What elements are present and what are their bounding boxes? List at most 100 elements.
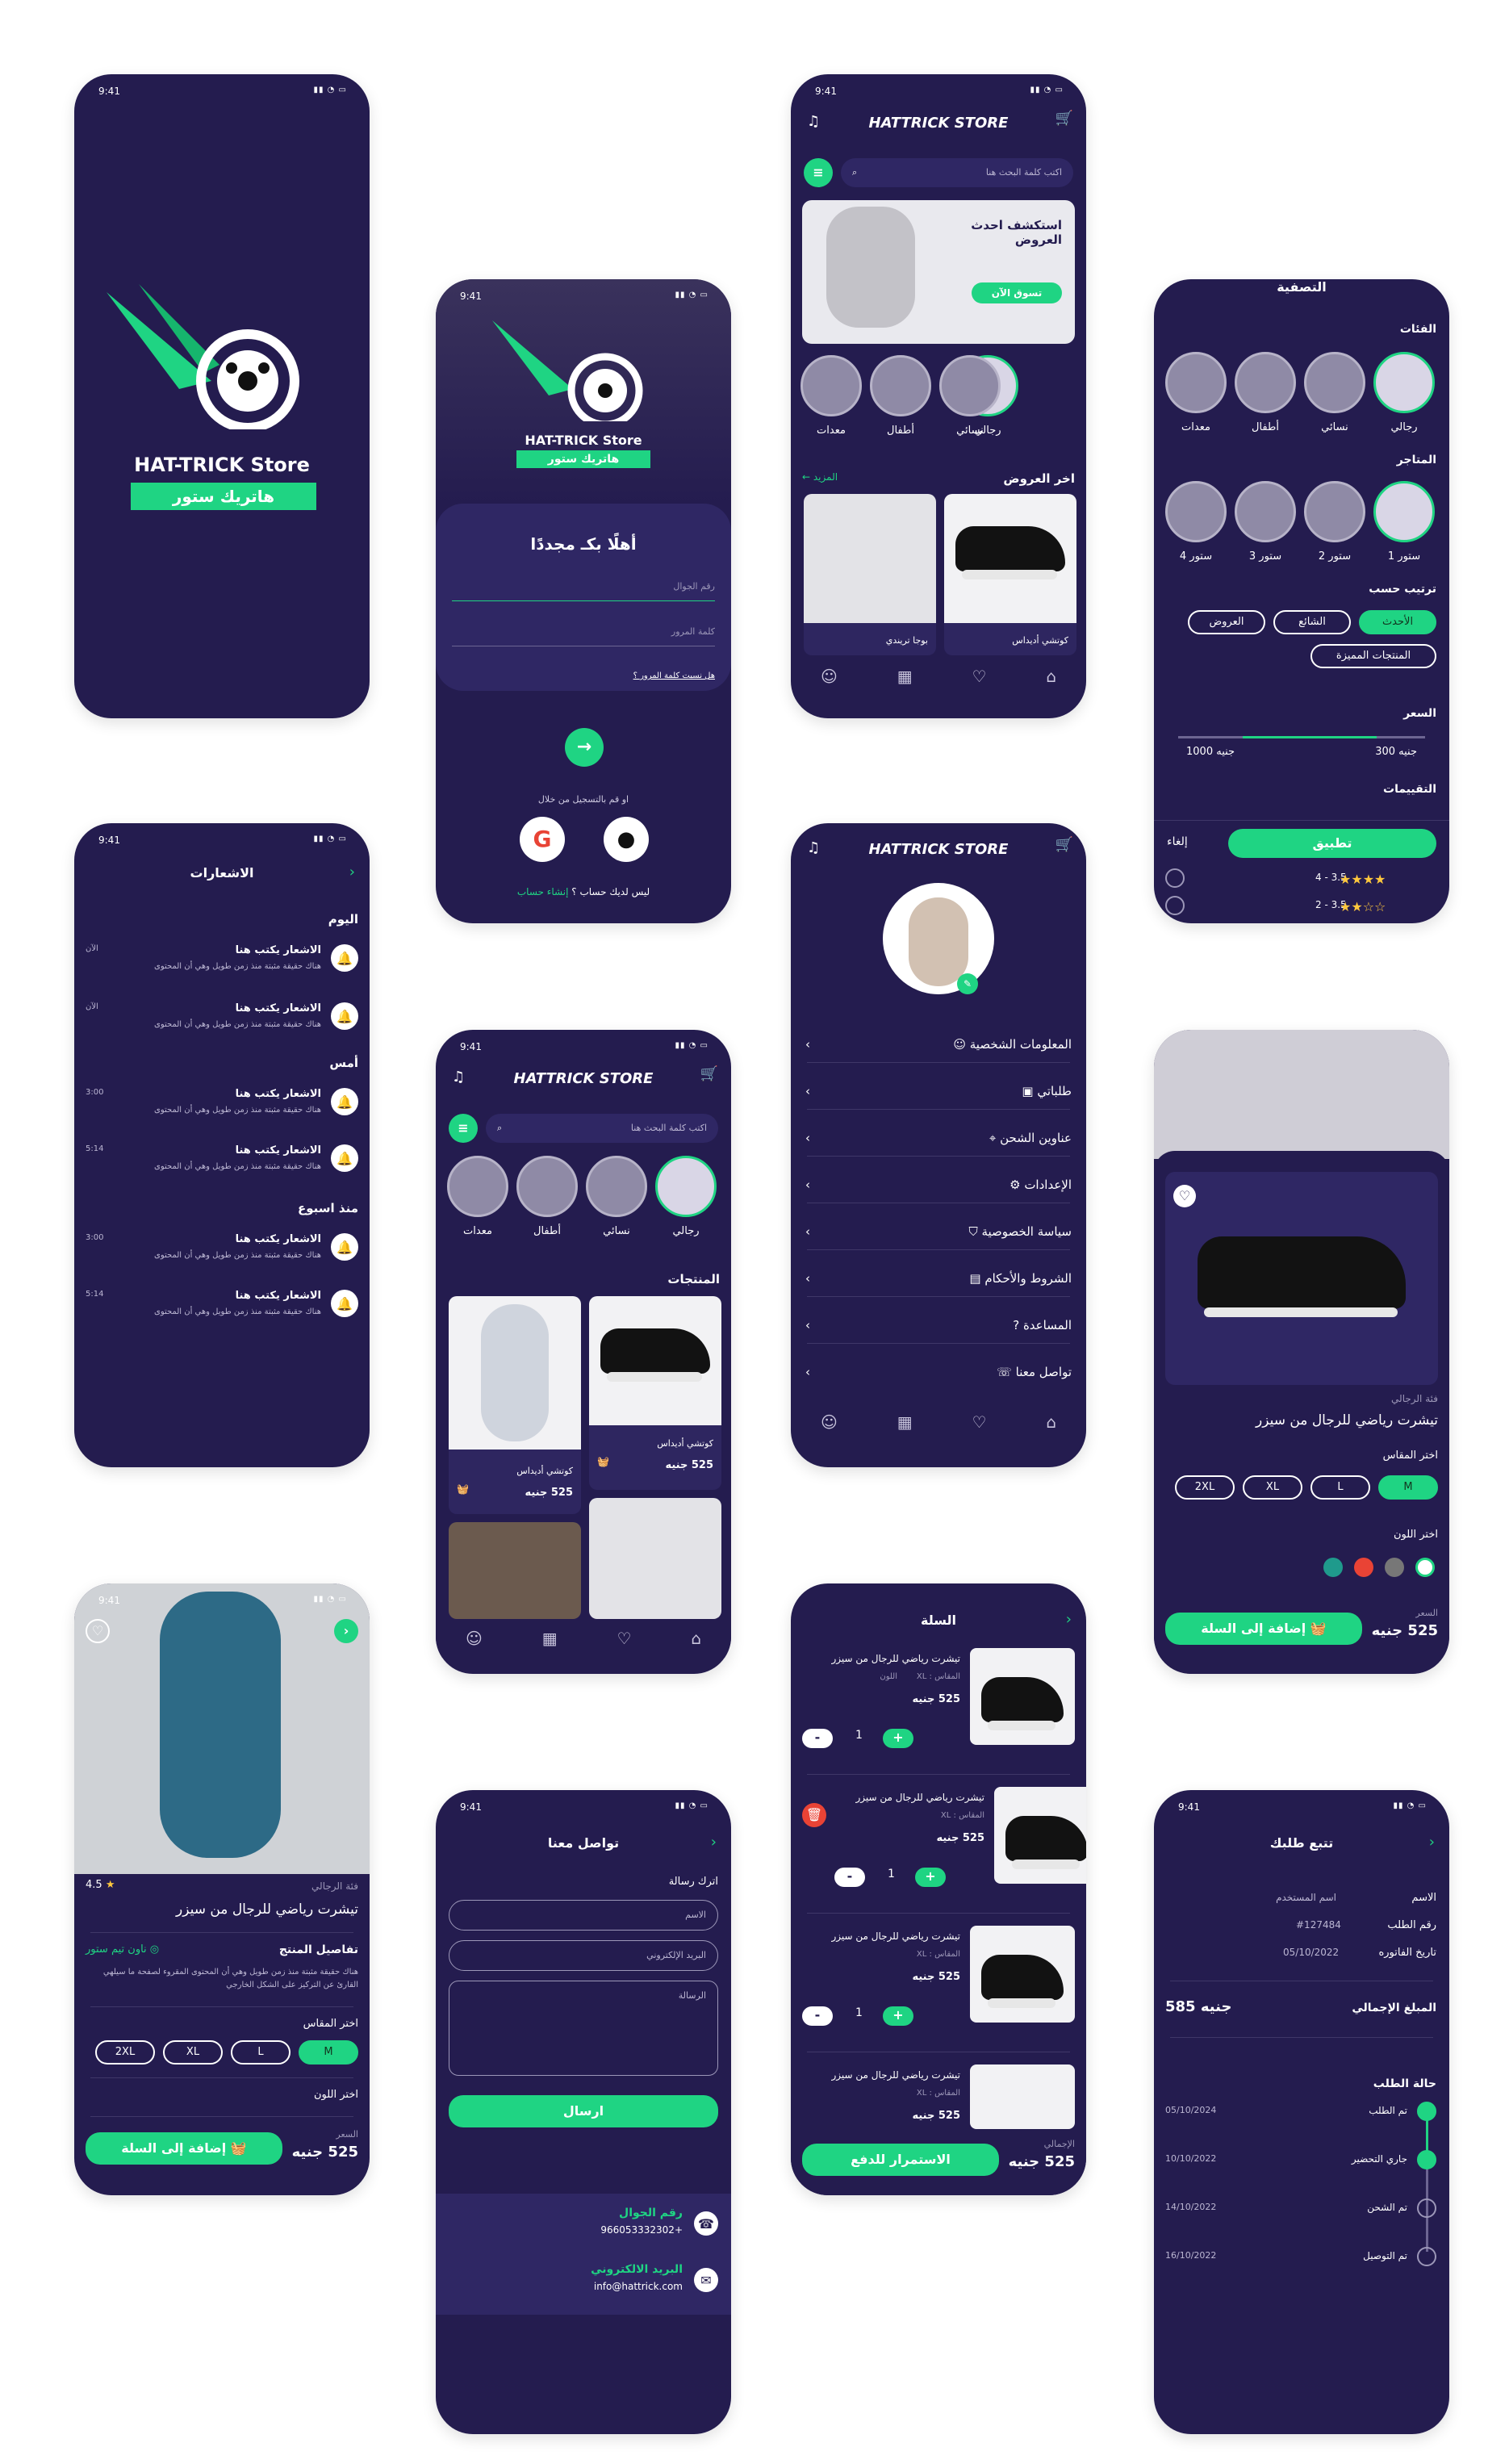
sort-offers[interactable]: العروض — [1188, 610, 1265, 634]
qty-minus-button[interactable]: - — [802, 1729, 833, 1748]
edit-icon[interactable]: ✎ — [957, 973, 978, 994]
home-icon[interactable]: ⌂ — [1046, 667, 1056, 686]
filter-icon[interactable]: ≡ — [804, 158, 833, 187]
seller-link[interactable]: ناون تيم ستور ◎ — [86, 1943, 159, 1956]
search-input[interactable]: اكتب كلمة البحث هنا ⌕ — [486, 1114, 718, 1143]
favorite-icon[interactable]: ♡ — [1173, 1185, 1196, 1207]
phone-icon[interactable]: ☎ — [694, 2211, 718, 2236]
category-women[interactable]: نسائي — [584, 1156, 649, 1237]
product-card[interactable]: كوتشي أديداس 525 جنيه 🧺 — [589, 1296, 721, 1490]
menu-contact[interactable]: ‹ تواصل معنا ☏ — [805, 1356, 1072, 1388]
size-xl[interactable]: XL — [163, 2040, 223, 2064]
sort-newest[interactable]: الأحدث — [1359, 610, 1436, 634]
password-field[interactable]: كلمة المرور — [452, 626, 715, 637]
menu-addresses[interactable]: ‹ عناوين الشحن ⌖ — [805, 1122, 1072, 1154]
color-gray[interactable] — [1385, 1558, 1404, 1577]
heart-icon[interactable]: ♡ — [617, 1629, 631, 1648]
notification-item[interactable]: 🔔 الاشعار يكتب هنا هناك حقيقة مثبتة منذ … — [86, 938, 358, 986]
store-4[interactable]: ستور 4 — [1164, 481, 1228, 563]
login-arrow-button[interactable]: → — [565, 728, 604, 767]
cart-icon[interactable]: 🛒 — [1055, 836, 1073, 853]
grid-icon[interactable]: ▦ — [897, 1412, 913, 1432]
google-icon[interactable]: G — [520, 817, 565, 862]
menu-personal-info[interactable]: ‹ المعلومات الشخصية ☺ — [805, 1028, 1072, 1060]
qty-plus-button[interactable]: + — [883, 2006, 913, 2026]
menu-privacy[interactable]: ‹ سياسة الخصوصية ⛉ — [805, 1215, 1072, 1248]
size-m[interactable]: M — [299, 2040, 358, 2064]
apple-icon[interactable]: ● — [604, 817, 649, 862]
add-to-cart-button[interactable]: إضافة إلى السلة 🧺 — [86, 2132, 282, 2165]
size-xl[interactable]: XL — [1243, 1475, 1302, 1500]
offer-card[interactable]: كوتشي أديداس — [944, 494, 1076, 655]
filter-category-equipment[interactable]: معدات — [1164, 352, 1228, 433]
back-chevron-icon[interactable]: › — [711, 1834, 717, 1851]
trash-icon[interactable]: 🗑 — [802, 1803, 826, 1827]
more-link[interactable]: ← المزيد — [802, 471, 838, 483]
menu-terms[interactable]: ‹ الشروط والأحكام ▤ — [805, 1262, 1072, 1295]
color-red[interactable] — [1354, 1558, 1373, 1577]
back-chevron-icon[interactable]: › — [1429, 1834, 1435, 1851]
create-account-link[interactable]: إنشاء حساب — [517, 886, 569, 897]
apply-button[interactable]: تطبيق — [1228, 829, 1436, 858]
filter-category-women[interactable]: نسائي — [1302, 352, 1367, 433]
mail-icon[interactable]: ✉ — [694, 2268, 718, 2292]
notification-item[interactable]: 🔔 الاشعار يكتب هنا هناك حقيقة مثبتة منذ … — [86, 996, 358, 1044]
qty-minus-button[interactable]: - — [834, 1868, 865, 1887]
price-slider[interactable] — [1178, 736, 1425, 738]
back-chevron-icon[interactable]: › — [334, 1619, 358, 1643]
sort-featured[interactable]: المنتجات المميزة — [1310, 644, 1436, 668]
category-equipment[interactable]: معدات — [445, 1156, 510, 1237]
heart-icon[interactable]: ♡ — [972, 667, 986, 686]
basket-icon[interactable]: 🧺 — [457, 1483, 469, 1495]
store-2[interactable]: ستور 2 — [1302, 481, 1367, 563]
category-equipment[interactable]: معدات — [799, 355, 863, 437]
size-2xl[interactable]: 2XL — [95, 2040, 155, 2064]
rating-radio[interactable] — [1165, 868, 1185, 888]
favorite-icon[interactable]: ♡ — [86, 1619, 110, 1643]
qty-plus-button[interactable]: + — [915, 1868, 946, 1887]
notification-item[interactable]: 🔔 الاشعار يكتب هنا هناك حقيقة مثبتة منذ … — [86, 1081, 358, 1130]
profile-icon[interactable]: ☺ — [466, 1629, 483, 1648]
category-women[interactable]: نسائي — [938, 355, 1002, 437]
name-input[interactable]: الاسم — [449, 1900, 718, 1931]
store-3[interactable]: ستور 3 — [1233, 481, 1298, 563]
qty-plus-button[interactable]: + — [883, 1729, 913, 1748]
cart-icon[interactable]: 🛒 — [700, 1065, 718, 1082]
heart-icon[interactable]: ♡ — [972, 1412, 986, 1432]
category-men[interactable]: رجالي — [654, 1156, 718, 1237]
filter-category-kids[interactable]: أطفال — [1233, 352, 1298, 433]
size-2xl[interactable]: 2XL — [1175, 1475, 1235, 1500]
rating-radio[interactable] — [1165, 896, 1185, 915]
menu-settings[interactable]: ‹ الإعدادات ⚙ — [805, 1169, 1072, 1201]
size-l[interactable]: L — [231, 2040, 291, 2064]
store-1[interactable]: ستور 1 — [1372, 481, 1436, 563]
category-kids[interactable]: أطفال — [868, 355, 933, 437]
product-card-partial[interactable] — [449, 1522, 581, 1619]
add-to-cart-button[interactable]: إضافة إلى السلة 🧺 — [1165, 1613, 1362, 1645]
menu-help[interactable]: ‹ المساعدة ? — [805, 1309, 1072, 1341]
profile-icon[interactable]: ☺ — [821, 667, 838, 686]
menu-orders[interactable]: ‹ طلباتي ▣ — [805, 1075, 1072, 1107]
grid-icon[interactable]: ▦ — [542, 1629, 558, 1648]
home-icon[interactable]: ⌂ — [1046, 1412, 1056, 1432]
home-icon[interactable]: ⌂ — [691, 1629, 701, 1648]
phone-field[interactable]: رقم الجوال — [452, 581, 715, 592]
sort-popular[interactable]: الشائع — [1273, 610, 1351, 634]
message-input[interactable]: الرسالة — [449, 1981, 718, 2076]
checkout-button[interactable]: الاستمرار للدفع — [802, 2144, 999, 2176]
profile-icon[interactable]: ☺ — [821, 1412, 838, 1432]
color-teal[interactable] — [1323, 1558, 1343, 1577]
filter-icon[interactable]: ≡ — [449, 1114, 478, 1143]
color-white[interactable] — [1415, 1558, 1435, 1577]
notification-item[interactable]: 🔔 الاشعار يكتب هنا هناك حقيقة مثبتة منذ … — [86, 1283, 358, 1332]
size-m[interactable]: M — [1378, 1475, 1438, 1500]
basket-icon[interactable]: 🧺 — [597, 1456, 609, 1467]
forgot-password-link[interactable]: هل نسيت كلمة المرور ؟ — [452, 671, 715, 680]
notification-item[interactable]: 🔔 الاشعار يكتب هنا هناك حقيقة مثبتة منذ … — [86, 1227, 358, 1275]
send-button[interactable]: ارسال — [449, 2095, 718, 2127]
product-card-partial[interactable] — [589, 1498, 721, 1619]
cancel-button[interactable]: إلغاء — [1167, 835, 1188, 848]
grid-icon[interactable]: ▦ — [897, 667, 913, 686]
qty-minus-button[interactable]: - — [802, 2006, 833, 2026]
back-chevron-icon[interactable]: › — [349, 864, 355, 881]
